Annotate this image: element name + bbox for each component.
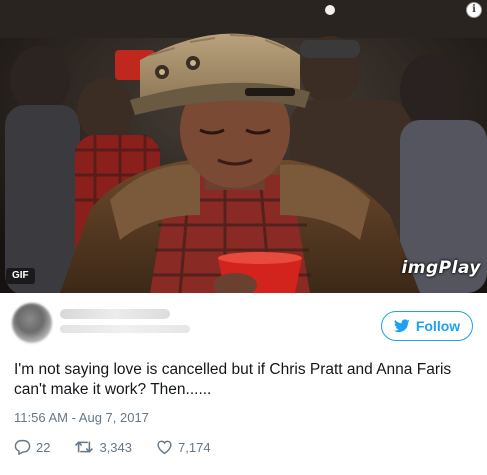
reply-button[interactable]: 22	[14, 439, 50, 455]
tweet-timestamp[interactable]: 11:56 AM - Aug 7, 2017	[14, 410, 149, 425]
imgplay-watermark: imgPlay	[401, 258, 481, 278]
follow-button[interactable]: Follow	[381, 311, 473, 341]
tweet-text: I'm not saying love is cancelled but if …	[14, 361, 452, 398]
retweet-icon	[75, 441, 94, 453]
reply-icon	[14, 439, 31, 455]
info-icon[interactable]: i	[466, 2, 482, 18]
gif-badge: GIF	[6, 268, 35, 284]
tweet-author[interactable]	[12, 303, 212, 343]
retweet-count: 3,343	[99, 439, 133, 455]
retweet-button[interactable]: 3,343	[74, 439, 132, 455]
author-name-redacted	[60, 309, 170, 319]
heart-icon	[157, 440, 172, 455]
twitter-bird-icon	[393, 319, 410, 333]
like-count: 7,174	[178, 439, 211, 455]
like-button[interactable]: 7,174	[156, 439, 211, 455]
follow-label: Follow	[415, 318, 461, 334]
author-handle-redacted	[60, 325, 190, 333]
tweet-card: Follow I'm not saying love is cancelled …	[0, 293, 487, 475]
gif-frame-illustration	[0, 0, 487, 293]
avatar[interactable]	[12, 303, 52, 343]
gif-media[interactable]: i GIF imgPlay	[0, 0, 487, 293]
tweet-embed: i GIF imgPlay Follow I'm not saying love…	[0, 0, 487, 475]
tweet-actions: 22 3,343 7,174	[14, 439, 235, 455]
reply-count: 22	[36, 439, 51, 455]
